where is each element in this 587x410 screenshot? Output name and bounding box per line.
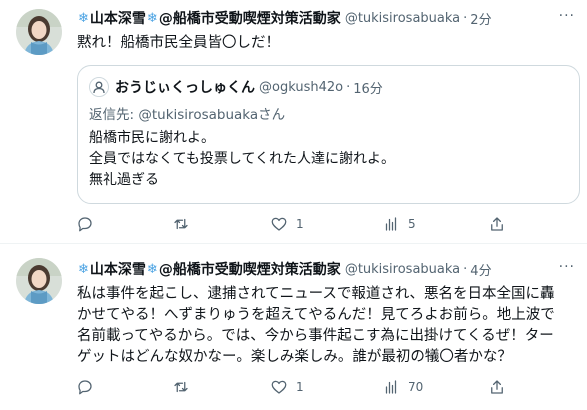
tweet-2[interactable]: ❄ 山本深雪 ❄ @船橋市受動喫煙対策活動家 @tukisirosabuaka …: [0, 245, 587, 410]
heart-icon: [271, 380, 287, 394]
separator-dot: ·: [463, 261, 468, 277]
views-count: 70: [408, 380, 424, 394]
retweet-icon: [174, 381, 188, 393]
share-icon: [491, 380, 503, 394]
snowflake-icon: ❄: [78, 10, 89, 26]
display-name[interactable]: 山本深雪: [90, 8, 146, 28]
retweet-button[interactable]: [172, 375, 198, 399]
user-handle[interactable]: @tukisirosabuaka: [345, 11, 460, 26]
action-bar: 1 70: [68, 375, 578, 399]
display-name[interactable]: 山本深雪: [90, 259, 146, 279]
display-name-org[interactable]: @船橋市受動喫煙対策活動家: [159, 259, 341, 279]
quoted-text-line: 全員ではなくても投票してくれた人達に謝れよ。: [89, 151, 396, 167]
quoted-display-name[interactable]: おうじぃくっしゅくん: [115, 77, 255, 97]
timestamp[interactable]: 2分: [470, 9, 491, 28]
tweet-text: 黙れ！船橋市民全員皆〇しだ！: [77, 33, 577, 54]
quoted-timestamp[interactable]: 16分: [353, 78, 383, 97]
reply-icon: [78, 380, 92, 395]
more-options-icon[interactable]: ···: [559, 8, 575, 24]
reply-button[interactable]: [76, 212, 102, 236]
share-button[interactable]: [488, 212, 506, 236]
tweet-text-line: 黙れ！船橋市民全員皆〇しだ！: [77, 35, 280, 51]
tweet-header: ❄ 山本深雪 ❄ @船橋市受動喫煙対策活動家 @tukisirosabuaka …: [77, 8, 492, 28]
retweet-icon: [174, 218, 188, 230]
reply-icon: [78, 217, 92, 232]
reply-prefix: 返信先:: [89, 107, 135, 123]
tweet-1[interactable]: ❄ 山本深雪 ❄ @船橋市受動喫煙対策活動家 @tukisirosabuaka …: [0, 0, 587, 244]
views-count: 5: [408, 217, 416, 231]
views-button[interactable]: 5: [382, 212, 416, 236]
like-count: 1: [296, 380, 304, 394]
separator-dot: ·: [463, 10, 468, 26]
avatar[interactable]: [16, 258, 62, 304]
like-count: 1: [296, 217, 304, 231]
quoted-text-line: 船橋市民に謝れよ。: [89, 130, 215, 146]
tweet-text-line: 名前載ってやるから。では、今から事件起こす為に出掛けてくるぜ！ター: [77, 328, 554, 344]
quoted-tweet-text: 船橋市民に謝れよ。 全員ではなくても投票してくれた人達に謝れよ。 無礼過ぎる: [89, 128, 395, 191]
share-icon: [491, 217, 503, 231]
tweet-text: 私は事件を起こし、逮捕されてニュースで報道され、悪名を日本全国に轟 かせてやる！…: [77, 284, 577, 368]
share-button[interactable]: [488, 375, 506, 399]
like-button[interactable]: 1: [270, 212, 304, 236]
reply-button[interactable]: [76, 375, 102, 399]
snowflake-icon: ❄: [146, 10, 158, 26]
more-options-icon[interactable]: ···: [559, 259, 575, 275]
quoted-user-handle[interactable]: @ogkush42o: [259, 80, 343, 95]
default-avatar-icon[interactable]: [89, 77, 109, 97]
tweet-text-line: 私は事件を起こし、逮捕されてニュースで報道され、悪名を日本全国に轟: [77, 286, 555, 302]
quoted-tweet-header: おうじぃくっしゅくん @ogkush42o · 16分: [89, 77, 383, 97]
tweet-header: ❄ 山本深雪 ❄ @船橋市受動喫煙対策活動家 @tukisirosabuaka …: [77, 259, 492, 279]
views-button[interactable]: 70: [382, 375, 423, 399]
reply-context: 返信先: @tukisirosabuakaさん: [89, 103, 285, 123]
analytics-icon: [385, 380, 397, 394]
snowflake-icon: ❄: [146, 261, 158, 277]
quoted-text-line: 無礼過ぎる: [89, 172, 159, 188]
display-name-org[interactable]: @船橋市受動喫煙対策活動家: [159, 8, 341, 28]
like-button[interactable]: 1: [270, 375, 304, 399]
heart-icon: [271, 217, 287, 231]
tweet-text-line: かせてやる！へずまりゅうを超えてやるんだ！見てろよお前ら。地上波で: [77, 307, 555, 323]
snowflake-icon: ❄: [78, 261, 89, 277]
analytics-icon: [385, 217, 397, 231]
avatar[interactable]: [16, 9, 62, 55]
user-handle[interactable]: @tukisirosabuaka: [345, 262, 460, 277]
reply-mention-link[interactable]: @tukisirosabuakaさん: [138, 107, 285, 123]
retweet-button[interactable]: [172, 212, 198, 236]
timestamp[interactable]: 4分: [470, 260, 491, 279]
tweet-text-line: ゲットはどんな奴かなー。楽しみ楽しみ。誰が最初の犠〇者かな？: [77, 349, 512, 365]
separator-dot: ·: [346, 79, 351, 95]
action-bar: 1 5: [68, 212, 578, 236]
quoted-tweet[interactable]: おうじぃくっしゅくん @ogkush42o · 16分 返信先: @tukisi…: [77, 65, 580, 204]
